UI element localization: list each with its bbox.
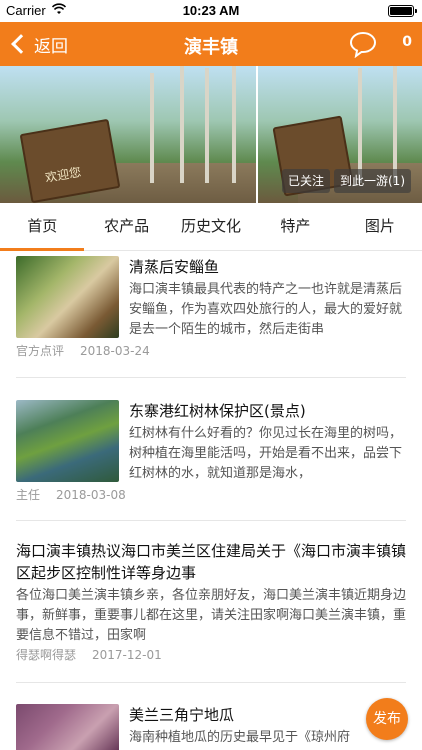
item-date: 2018-03-24 (80, 344, 150, 358)
tab-bar: 首页 农产品 历史文化 特产 图片 (0, 203, 422, 251)
item-meta: 官方点评 2018-03-24 (16, 342, 150, 359)
divider (16, 682, 406, 683)
item-date: 2018-03-08 (56, 488, 126, 502)
chat-bubble-icon[interactable] (348, 30, 378, 58)
tab-history-culture[interactable]: 历史文化 (169, 203, 253, 250)
follow-button[interactable]: 已关注 (282, 169, 331, 193)
item-title: 海口演丰镇热议海口市美兰区住建局关于《海口市演丰镇镇区起步区控制性详等身边事 (16, 542, 406, 582)
tree (180, 66, 184, 183)
tree (150, 73, 154, 183)
fish-dish-thumbnail (16, 256, 119, 338)
tree (232, 66, 236, 183)
mangrove-thumbnail (16, 400, 119, 482)
banner-photo-main: 欢迎您 (0, 66, 256, 203)
banner-carousel[interactable]: 欢迎您 已关注 到此一游(1) (0, 66, 422, 203)
item-author: 得瑟啊得瑟 (16, 648, 77, 662)
item-excerpt: 各位海口美兰演丰镇乡亲，各位亲朋好友，海口美兰演丰镇近期身边事，新鲜事，重要事儿… (16, 588, 406, 643)
item-author: 官方点评 (16, 344, 65, 358)
tab-specialties[interactable]: 特产 (253, 203, 337, 250)
clock: 10:23 AM (182, 3, 240, 18)
list-item[interactable]: 海口演丰镇热议海口市美兰区住建局关于《海口市演丰镇镇区起步区控制性详等身边事 各… (16, 540, 406, 665)
list-item[interactable]: 美兰三角宁地瓜 海南种植地瓜的历史最早见于《琼州府 (16, 702, 406, 750)
visited-button[interactable]: 到此一游(1) (334, 169, 411, 193)
item-title: 东寨港红树林保护区(景点) (129, 402, 306, 420)
divider (16, 377, 406, 378)
tree (393, 66, 397, 183)
tree (205, 68, 209, 183)
item-excerpt: 海口演丰镇最具代表的特产之一也许就是清蒸后安鲻鱼，作为喜欢四处旅行的人，最大的爱… (129, 282, 403, 337)
item-meta: 得瑟啊得瑟 2017-12-01 (16, 646, 162, 663)
item-excerpt: 海南种植地瓜的历史最早见于《琼州府 (129, 730, 351, 745)
divider (16, 520, 406, 521)
sweet-potato-thumbnail (16, 704, 119, 750)
tab-farm-products[interactable]: 农产品 (84, 203, 168, 250)
message-count-badge: 0 (402, 34, 412, 50)
publish-button[interactable]: 发布 (366, 698, 408, 740)
nav-bar: 返回 演丰镇 0 (0, 22, 422, 66)
status-bar: Carrier 10:23 AM (0, 0, 422, 22)
tree (358, 68, 362, 183)
item-title: 清蒸后安鲻鱼 (129, 258, 220, 276)
list-item[interactable]: 清蒸后安鲻鱼 海口演丰镇最具代表的特产之一也许就是清蒸后安鲻鱼，作为喜欢四处旅行… (16, 252, 406, 367)
item-excerpt: 红树林有什么好看的？你见过长在海里的树吗，树种植在海里能活吗，开始是看不出来，品… (129, 426, 403, 481)
tab-home[interactable]: 首页 (0, 203, 85, 251)
battery-icon (388, 5, 417, 17)
article-list: 清蒸后安鲻鱼 海口演丰镇最具代表的特产之一也许就是清蒸后安鲻鱼，作为喜欢四处旅行… (0, 252, 422, 750)
item-date: 2017-12-01 (92, 648, 162, 662)
item-meta: 主任 2018-03-08 (16, 486, 126, 503)
item-author: 主任 (16, 488, 41, 502)
list-item[interactable]: 东寨港红树林保护区(景点) 红树林有什么好看的？你见过长在海里的树吗，树种植在海… (16, 396, 406, 511)
item-title: 美兰三角宁地瓜 (129, 706, 235, 724)
tab-pictures[interactable]: 图片 (338, 203, 422, 250)
